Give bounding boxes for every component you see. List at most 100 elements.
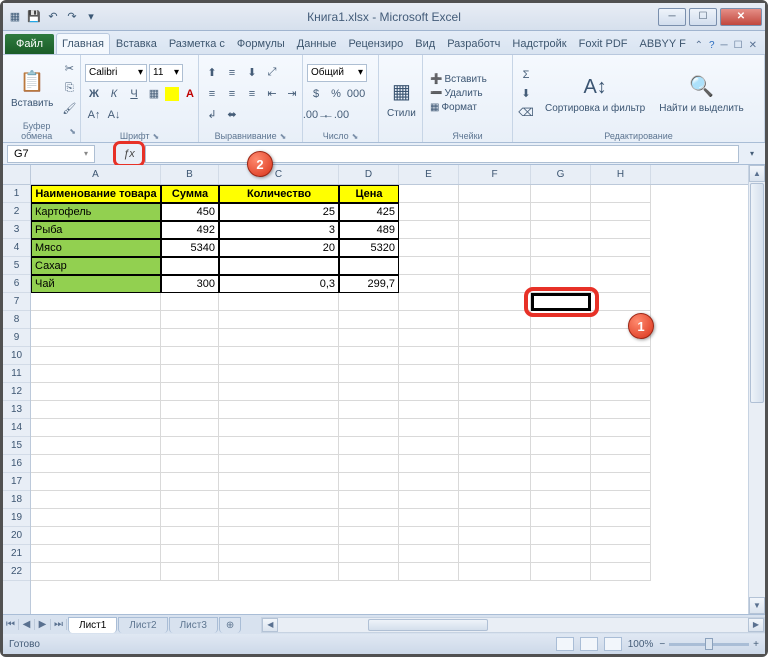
cell[interactable] [591,347,651,365]
page-layout-view-button[interactable] [580,637,598,651]
row-header[interactable]: 22 [3,563,30,581]
cell[interactable] [339,383,399,401]
comma-icon[interactable]: 000 [347,85,365,103]
zoom-value[interactable]: 100% [628,639,654,650]
clipboard-dialog-icon[interactable]: ⬊ [69,127,76,136]
cell[interactable] [531,257,591,275]
undo-icon[interactable]: ↶ [45,9,61,25]
close-button[interactable]: ✕ [720,8,762,26]
cell[interactable] [459,221,531,239]
cell[interactable] [591,563,651,581]
row-header[interactable]: 19 [3,509,30,527]
cell[interactable] [161,419,219,437]
namebox-dropdown-icon[interactable] [99,145,113,163]
font-dialog-icon[interactable]: ⬊ [152,132,159,141]
cell[interactable] [219,347,339,365]
cell[interactable] [531,509,591,527]
cell[interactable] [459,365,531,383]
font-name-select[interactable]: Calibri▾ [85,64,147,82]
cell[interactable]: 20 [219,239,339,257]
cell[interactable]: 492 [161,221,219,239]
cell[interactable] [531,437,591,455]
doc-min-icon[interactable]: ─ [721,40,728,51]
cell[interactable] [399,365,459,383]
zoom-in-button[interactable]: + [753,639,759,650]
cell[interactable]: 5320 [339,239,399,257]
fill-color-button[interactable] [165,87,179,101]
cell[interactable] [161,347,219,365]
cell[interactable] [531,455,591,473]
cell[interactable] [531,329,591,347]
cell[interactable] [591,293,651,311]
cell[interactable] [31,401,161,419]
insert-cell-button[interactable]: ➕Вставить [427,73,490,86]
cell[interactable] [459,473,531,491]
cell[interactable]: Картофель [31,203,161,221]
row-header[interactable]: 5 [3,257,30,275]
cell[interactable] [161,527,219,545]
row-header[interactable]: 3 [3,221,30,239]
row-header[interactable]: 2 [3,203,30,221]
cell[interactable]: 5340 [161,239,219,257]
tab-data[interactable]: Данные [291,33,343,54]
paste-button[interactable]: 📋 Вставить [7,66,57,111]
cell[interactable] [531,563,591,581]
cell[interactable] [459,527,531,545]
horizontal-scrollbar[interactable]: ◀ ▶ [261,617,765,633]
cell[interactable] [31,347,161,365]
cell[interactable] [399,563,459,581]
hscroll-thumb[interactable] [368,619,488,631]
cell[interactable] [591,455,651,473]
cell[interactable]: Чай [31,275,161,293]
sheet-nav-next-icon[interactable]: ▶ [35,619,51,630]
row-header[interactable]: 4 [3,239,30,257]
cell[interactable]: 25 [219,203,339,221]
clear-icon[interactable]: ⌫ [517,104,535,122]
cell[interactable] [339,311,399,329]
name-box[interactable]: G7▾ [7,145,95,163]
cell[interactable] [161,365,219,383]
cell[interactable] [31,473,161,491]
wrap-text-icon[interactable]: ↲ [203,106,221,124]
tab-developer[interactable]: Разработч [441,33,506,54]
cell[interactable] [31,293,161,311]
formula-input[interactable] [145,145,739,163]
cell[interactable] [399,419,459,437]
format-painter-icon[interactable]: 🖌 [60,100,78,118]
row-header[interactable]: 14 [3,419,30,437]
cell[interactable] [531,545,591,563]
fx-button[interactable]: ƒx [117,145,141,163]
cell[interactable] [399,329,459,347]
cell[interactable] [591,401,651,419]
cell[interactable] [31,365,161,383]
cell[interactable] [531,239,591,257]
tab-home[interactable]: Главная [56,33,110,54]
save-icon[interactable]: 💾 [26,9,42,25]
styles-button[interactable]: ▦ Стили [383,76,420,121]
select-all-corner[interactable] [3,165,31,185]
cell[interactable] [399,311,459,329]
cell[interactable] [531,527,591,545]
cell[interactable] [339,329,399,347]
find-select-button[interactable]: 🔍 Найти и выделить [655,71,747,116]
col-header[interactable]: D [339,165,399,184]
cell[interactable] [459,275,531,293]
ribbon-minimize-icon[interactable]: ⌃ [695,40,703,51]
cell[interactable] [31,563,161,581]
cell[interactable] [459,239,531,257]
cell[interactable]: 299,7 [339,275,399,293]
row-header[interactable]: 20 [3,527,30,545]
cell[interactable] [339,455,399,473]
scroll-down-icon[interactable]: ▼ [749,597,765,614]
cell[interactable] [161,491,219,509]
doc-max-icon[interactable]: ☐ [734,40,743,51]
align-center-icon[interactable]: ≡ [223,85,241,103]
cell[interactable] [339,257,399,275]
indent-inc-icon[interactable]: ⇥ [283,85,301,103]
scroll-up-icon[interactable]: ▲ [749,165,765,182]
row-header[interactable]: 12 [3,383,30,401]
cell[interactable] [219,329,339,347]
cell[interactable] [459,563,531,581]
cell[interactable] [399,401,459,419]
sheet-nav-prev-icon[interactable]: ◀ [19,619,35,630]
